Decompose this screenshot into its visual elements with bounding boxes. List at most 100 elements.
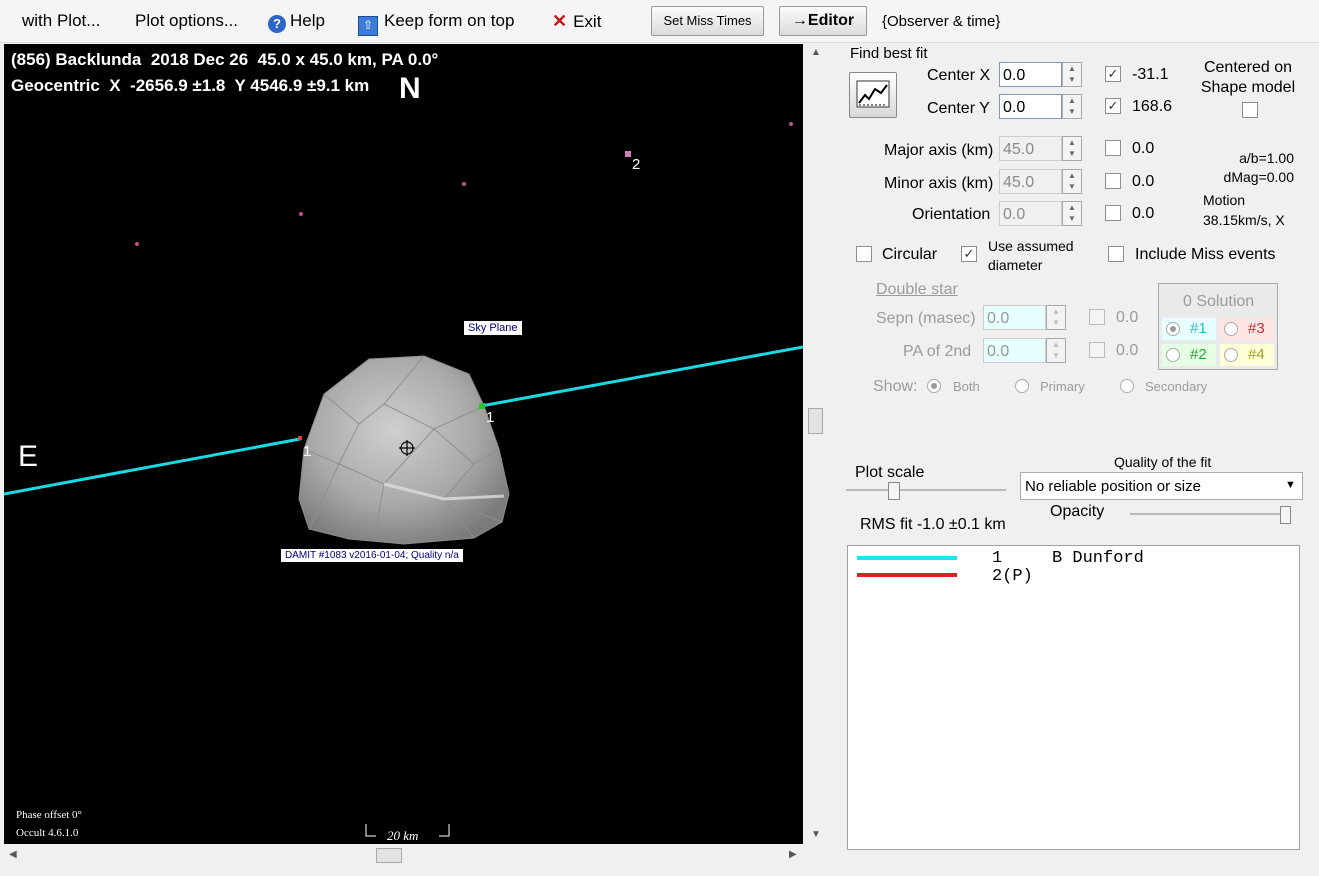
major-axis-result: 0.0: [1132, 140, 1155, 157]
horizontal-scroll-thumb[interactable]: [376, 848, 402, 863]
solution-4-option[interactable]: #4: [1220, 344, 1274, 366]
plot-scale-track: [846, 489, 1006, 491]
major-axis-input[interactable]: 45.0: [999, 136, 1062, 161]
orientation-label: Orientation: [912, 206, 991, 223]
solution-1-label: #1: [1190, 320, 1207, 337]
menu-with-plot[interactable]: with Plot...: [22, 11, 100, 31]
center-y-checkbox[interactable]: ✓: [1105, 98, 1121, 114]
sky-plane-label: Sky Plane: [464, 321, 522, 335]
scroll-right-icon[interactable]: ▶: [789, 849, 797, 860]
circular-checkbox[interactable]: [856, 246, 872, 262]
motion-label: Motion: [1203, 192, 1246, 208]
show-secondary-radio[interactable]: [1120, 379, 1134, 393]
plot-geocentric: Geocentric X -2656.9 ±1.8 Y 4546.9 ±9.1 …: [11, 76, 370, 95]
center-y-input[interactable]: 0.0: [999, 94, 1062, 119]
solution-2-radio[interactable]: [1166, 348, 1180, 362]
vertical-scrollbar[interactable]: ▲ ▼: [806, 44, 824, 844]
solution-4-radio[interactable]: [1224, 348, 1238, 362]
menu-exit[interactable]: ✕ Exit: [552, 11, 601, 32]
editor-button[interactable]: →Editor: [779, 6, 867, 36]
pa-2nd-input[interactable]: 0.0: [983, 338, 1046, 363]
pa-2nd-checkbox[interactable]: [1089, 342, 1105, 358]
observer-legend: 1 B Dunford 2(P): [847, 545, 1300, 850]
menu-bar: with Plot... Plot options... ? Help ⇧ Keep…: [0, 0, 1319, 43]
center-x-label: Center X: [927, 67, 991, 84]
solution-3-option[interactable]: #3: [1220, 318, 1274, 340]
centered-on-shape-checkbox[interactable]: [1242, 102, 1258, 118]
occultation-plot[interactable]: (856) Backlunda 2018 Dec 26 45.0 x 45.0 …: [4, 44, 803, 844]
menu-keep-on-top[interactable]: ⇧ Keep form on top: [358, 11, 514, 36]
dmag-value: dMag=0.00: [1223, 169, 1294, 185]
observer-time-link[interactable]: {Observer & time}: [882, 13, 1000, 30]
minor-axis-checkbox[interactable]: [1105, 173, 1121, 189]
scroll-left-icon[interactable]: ◀: [9, 849, 17, 860]
orientation-stepper[interactable]: ▲ ▼: [1062, 201, 1082, 226]
orientation-result: 0.0: [1132, 205, 1155, 222]
menu-help[interactable]: ? Help: [268, 11, 325, 33]
orientation-checkbox[interactable]: [1105, 205, 1121, 221]
opacity-slider[interactable]: [1130, 506, 1295, 525]
sepn-input[interactable]: 0.0: [983, 305, 1046, 330]
miss-chord-dot: [625, 151, 631, 157]
sepn-result: 0.0: [1116, 309, 1139, 326]
orientation-input[interactable]: 0.0: [999, 201, 1062, 226]
legend-line-2: [857, 573, 957, 577]
solution-2-option[interactable]: #2: [1162, 344, 1216, 366]
menu-plot-options[interactable]: Plot options...: [135, 11, 238, 31]
miss-chord-dot: [789, 122, 793, 126]
quality-dropdown-value: No reliable position or size: [1025, 478, 1201, 495]
include-miss-checkbox[interactable]: [1108, 246, 1124, 262]
pa-2nd-label: PA of 2nd: [903, 343, 972, 360]
minor-axis-input[interactable]: 45.0: [999, 169, 1062, 194]
show-primary-label: Primary: [1040, 379, 1085, 394]
opacity-thumb[interactable]: [1280, 506, 1291, 524]
quality-dropdown[interactable]: No reliable position or size ▼: [1020, 472, 1303, 500]
minor-axis-stepper[interactable]: ▲ ▼: [1062, 169, 1082, 194]
solution-3-radio[interactable]: [1224, 322, 1238, 336]
solution-group: 0 Solution #1 #3 #2 #4: [1158, 283, 1278, 370]
opacity-track: [1130, 513, 1290, 515]
center-y-stepper[interactable]: ▲ ▼: [1062, 94, 1082, 119]
include-miss-label: Include Miss events: [1135, 246, 1276, 263]
plot-scale-thumb[interactable]: [888, 482, 900, 500]
center-x-stepper[interactable]: ▲ ▼: [1062, 62, 1082, 87]
solution-1-radio[interactable]: [1166, 322, 1180, 336]
plot-scale-label: Plot scale: [855, 464, 925, 481]
help-icon: ?: [268, 15, 286, 33]
center-x-checkbox[interactable]: ✓: [1105, 66, 1121, 82]
reappear-marker: [479, 403, 485, 409]
show-primary-radio[interactable]: [1015, 379, 1029, 393]
sepn-checkbox[interactable]: [1089, 309, 1105, 325]
center-x-result: -31.1: [1132, 66, 1169, 83]
ab-ratio: a/b=1.00: [1239, 150, 1294, 166]
chord-label-2: 2: [632, 156, 641, 173]
use-assumed-label: Use assumed diameter: [988, 238, 1074, 273]
plot-scale-slider[interactable]: [846, 482, 1006, 503]
sepn-label: Sepn (masec): [876, 310, 976, 327]
scroll-up-icon[interactable]: ▲: [811, 47, 821, 58]
find-best-fit-button[interactable]: [849, 72, 897, 118]
major-axis-stepper[interactable]: ▲ ▼: [1062, 136, 1082, 161]
major-axis-checkbox[interactable]: [1105, 140, 1121, 156]
chevron-down-icon: ▼: [1285, 479, 1296, 491]
asteroid-shape-model: [298, 355, 510, 545]
horizontal-scrollbar[interactable]: ◀ ▶: [4, 846, 804, 864]
show-both-radio[interactable]: [927, 379, 941, 393]
solution-1-option[interactable]: #1: [1162, 318, 1216, 340]
scroll-down-icon[interactable]: ▼: [811, 829, 821, 840]
legend-num-2: 2(P): [992, 567, 1033, 586]
circular-label: Circular: [882, 246, 938, 263]
menu-help-label: Help: [290, 11, 325, 30]
pa-2nd-stepper[interactable]: ▲ ▼: [1046, 338, 1066, 363]
center-x-input[interactable]: 0.0: [999, 62, 1062, 87]
use-assumed-checkbox[interactable]: ✓: [961, 246, 977, 262]
sepn-stepper[interactable]: ▲ ▼: [1046, 305, 1066, 330]
menu-keep-label: Keep form on top: [384, 11, 515, 30]
quality-heading: Quality of the fit: [1114, 454, 1212, 470]
legend-num-1: 1: [992, 549, 1003, 568]
set-miss-times-button[interactable]: Set Miss Times: [651, 6, 764, 36]
solution-3-label: #3: [1248, 320, 1265, 337]
vertical-scroll-thumb[interactable]: [808, 408, 823, 434]
opacity-label: Opacity: [1050, 503, 1105, 520]
solution-heading: 0 Solution: [1183, 293, 1255, 310]
